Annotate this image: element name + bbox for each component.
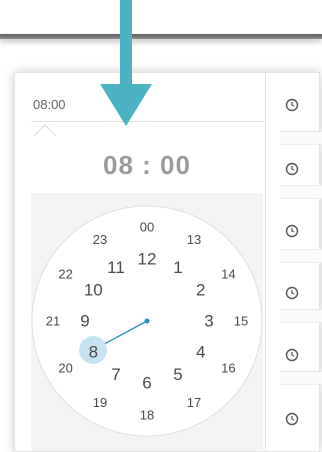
outer-hour-22[interactable]: 22 [58,267,72,282]
pointer-arrow-icon [100,0,152,126]
inner-hour-11[interactable]: 11 [107,258,125,277]
clock-icon[interactable] [284,347,300,363]
side-separator [280,249,322,263]
outer-hour-20[interactable]: 20 [58,361,72,376]
screen: 08:00 08 : 00 00 13 14 15 16 17 18 19 20 21 22 23 1… [0,0,322,452]
inner-hour-6[interactable]: 6 [142,374,151,393]
side-column [265,73,322,452]
inner-hour-9[interactable]: 9 [80,312,89,331]
clock-icon[interactable] [284,223,300,239]
side-separator [280,371,322,385]
inner-hour-5[interactable]: 5 [173,365,182,384]
clock-center-dot [144,318,150,324]
side-separator [280,309,322,323]
clock-icon[interactable] [284,161,300,177]
outer-hour-21[interactable]: 21 [46,314,60,329]
outer-hour-13[interactable]: 13 [187,232,201,247]
side-separator [280,185,322,199]
outer-hour-19[interactable]: 19 [93,395,107,410]
inner-hour-10[interactable]: 10 [84,281,103,300]
inner-hour-8[interactable]: 8 [89,343,98,362]
outer-hour-16[interactable]: 16 [221,361,235,376]
clock-icon[interactable] [284,97,300,113]
time-input[interactable]: 08:00 [33,97,66,112]
clock-icon[interactable] [284,285,300,301]
caret-up-icon [34,124,56,136]
outer-hour-15[interactable]: 15 [234,314,248,329]
outer-hour-17[interactable]: 17 [187,395,201,410]
side-separator [280,131,322,145]
inner-hour-2[interactable]: 2 [196,281,205,300]
inner-hour-1[interactable]: 1 [173,258,182,277]
inner-hour-4[interactable]: 4 [196,343,205,362]
selected-time-display: 08 : 00 [103,150,191,180]
inner-hour-12[interactable]: 12 [138,250,157,269]
clock-face-svg: 001314151617181920212223 12 1234567891011 [31,205,263,437]
inner-hour-7[interactable]: 7 [111,365,120,384]
outer-hour-14[interactable]: 14 [221,267,235,282]
time-picker-popup: 08:00 08 : 00 00 13 14 15 16 17 18 19 20 21 22 23 1… [14,72,322,452]
clock-picker-area: 00 13 14 15 16 17 18 19 20 21 22 23 12 1 2 3 4 5 6 7 8 9 10 11 [31,193,263,451]
clock-icon[interactable] [284,411,300,427]
inner-hour-3[interactable]: 3 [204,312,213,331]
outer-hour-00[interactable]: 00 [140,220,154,235]
outer-hour-23[interactable]: 23 [93,232,107,247]
outer-hour-18[interactable]: 18 [140,408,154,423]
